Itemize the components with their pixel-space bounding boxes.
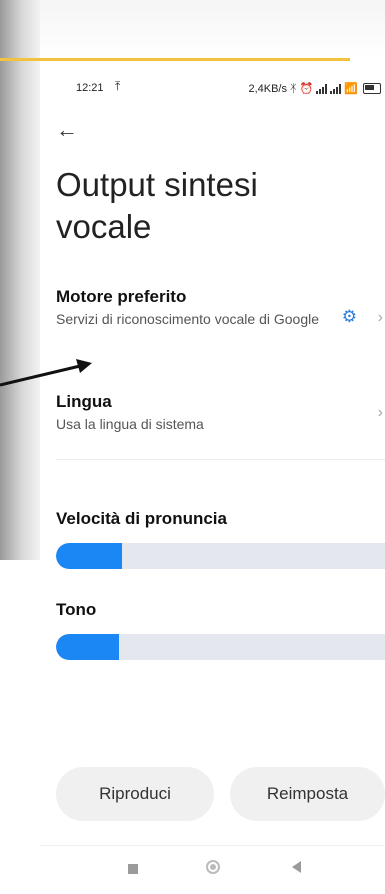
speech-rate-slider[interactable] bbox=[56, 543, 385, 569]
setting-subtitle: Usa la lingua di sistema bbox=[56, 416, 204, 432]
setting-title: Lingua bbox=[56, 392, 112, 411]
annotation-arrow-icon bbox=[0, 359, 92, 387]
phone-screen: 12:21 ⤒ 2,4KB/s ᛡ ⏰ 📶 ← Output sintesi v… bbox=[40, 62, 385, 894]
highlight-line bbox=[0, 58, 350, 61]
signal-icon bbox=[330, 83, 342, 94]
status-icons: 2,4KB/s ᛡ ⏰ 📶 bbox=[248, 82, 381, 95]
recents-square-icon[interactable] bbox=[128, 864, 138, 874]
status-bar: 12:21 ⤒ 2,4KB/s ᛡ ⏰ 📶 bbox=[40, 78, 385, 100]
preferred-engine-setting[interactable]: Motore preferito Servizi di riconoscimen… bbox=[56, 287, 385, 357]
signal-icon bbox=[316, 83, 328, 94]
alarm-icon: ⏰ bbox=[299, 83, 314, 95]
setting-subtitle: Servizi di riconoscimento vocale di Goog… bbox=[56, 311, 320, 327]
gear-icon[interactable]: ⚙ bbox=[342, 307, 357, 327]
slider-fill bbox=[56, 543, 122, 569]
language-setting[interactable]: Lingua Usa la lingua di sistema › bbox=[56, 392, 385, 442]
back-triangle-icon[interactable] bbox=[292, 861, 301, 873]
wifi-icon: 📶 bbox=[344, 83, 358, 95]
back-arrow-icon[interactable]: ← bbox=[56, 117, 78, 143]
battery-icon bbox=[363, 83, 381, 94]
slider-fill bbox=[56, 634, 119, 660]
divider bbox=[56, 459, 385, 460]
navigation-bar bbox=[40, 845, 385, 894]
screenshot-backdrop-left bbox=[0, 0, 40, 560]
screenshot-backdrop-top bbox=[0, 0, 385, 58]
play-button[interactable]: Riproduci bbox=[56, 767, 214, 821]
pitch-slider[interactable] bbox=[56, 634, 385, 660]
speech-rate-label: Velocità di pronuncia bbox=[56, 509, 227, 528]
chevron-right-icon: › bbox=[377, 309, 383, 326]
status-time: 12:21 bbox=[76, 82, 104, 94]
setting-title: Motore preferito bbox=[56, 287, 187, 306]
bluetooth-icon: ᛡ bbox=[289, 82, 297, 95]
home-circle-icon[interactable] bbox=[206, 860, 220, 874]
reset-button[interactable]: Reimposta bbox=[230, 767, 385, 821]
upload-arrow-icon: ⤒ bbox=[115, 79, 121, 93]
chevron-right-icon: › bbox=[377, 404, 383, 421]
page-title: Output sintesi vocale bbox=[56, 166, 258, 245]
network-speed: 2,4KB/s bbox=[248, 82, 287, 95]
pitch-label: Tono bbox=[56, 600, 97, 619]
